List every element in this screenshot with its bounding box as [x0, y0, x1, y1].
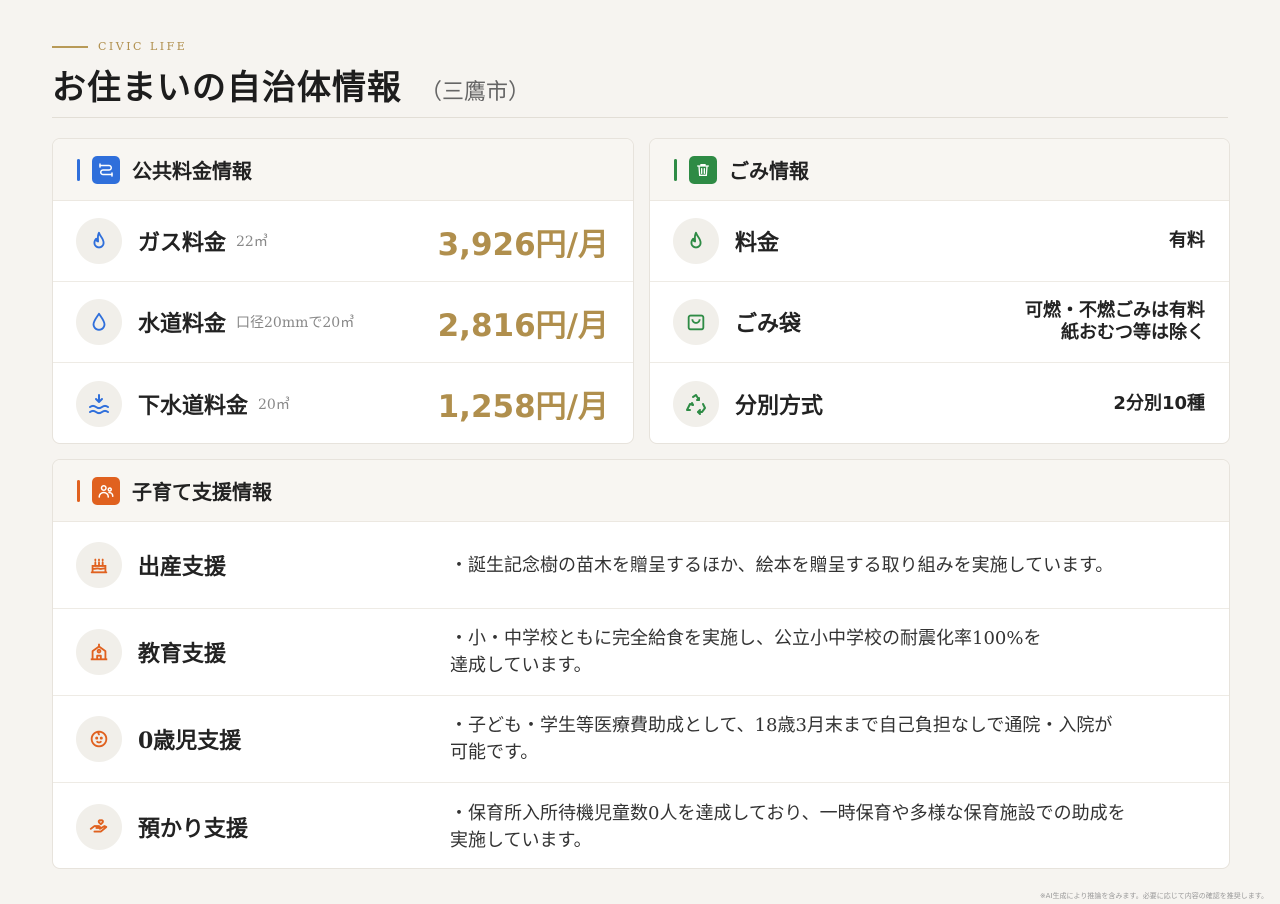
eyebrow-text: CIVIC LIFE — [98, 40, 188, 53]
header-accent-bar — [674, 158, 677, 181]
page-subtitle: （三鷹市） — [420, 80, 531, 105]
row-description-line: ・保育所入所待機児童数0人を達成しており、一時保育や多様な保育施設での助成を — [450, 802, 1126, 824]
utility-row-water: 水道料金 口径20mmで20㎥ 2,816円/月 — [53, 282, 633, 363]
utility-row-gas: ガス料金 22㎥ 3,926円/月 — [53, 201, 633, 282]
row-description-line: 可能です。 — [450, 742, 539, 763]
childcare-row-birth: 出産支援 ・誕生記念樹の苗木を贈呈するほか、絵本を贈呈する取り組みを実施していま… — [53, 522, 1229, 609]
eyebrow: CIVIC LIFE — [52, 40, 187, 53]
pipe-icon — [92, 155, 120, 184]
row-label: ごみ袋 — [735, 311, 802, 337]
bag-icon — [673, 299, 719, 345]
recycle-icon — [673, 380, 719, 427]
header-divider — [52, 117, 1228, 118]
row-label: 分別方式 — [735, 392, 824, 419]
header-accent-bar — [77, 158, 80, 181]
garbage-row-sorting: 分別方式 2分別10種 — [650, 363, 1229, 443]
row-description-line: 実施しています。 — [450, 829, 592, 851]
row-value: 2,816円/月 — [437, 307, 609, 344]
trash-icon — [689, 155, 717, 184]
school-icon — [76, 629, 122, 675]
baby-icon — [76, 716, 122, 762]
flame-icon — [76, 218, 122, 264]
row-note: 口径20mmで20㎥ — [236, 315, 355, 331]
garbage-card-header: ごみ情報 — [650, 139, 1229, 201]
childcare-row-education: 教育支援 ・小・中学校ともに完全給食を実施し、公立小中学校の耐震化率100%を … — [53, 609, 1229, 696]
row-label: 水道料金 — [138, 311, 227, 337]
row-label: 料金 — [735, 230, 780, 256]
page: CIVIC LIFE お住まいの自治体情報 （三鷹市） 公共料金情報 ガス料金 … — [0, 0, 1280, 904]
row-description-line: ・子ども・学生等医療費助成として、18歳3月末まで自己負担なしで通院・入院が — [450, 715, 1113, 736]
row-label: 教育支援 — [138, 641, 227, 667]
row-note: 22㎥ — [236, 234, 268, 250]
row-value: 3,926円/月 — [437, 226, 609, 263]
utility-card-header: 公共料金情報 — [53, 139, 633, 201]
water-drop-icon — [76, 299, 122, 345]
row-value: 可燃・不燃ごみは有料 紙おむつ等は除く — [1025, 300, 1205, 344]
cake-icon — [76, 542, 122, 588]
hand-care-icon — [76, 803, 122, 850]
row-value: 有料 — [1169, 230, 1205, 252]
title-row: お住まいの自治体情報 （三鷹市） — [52, 60, 530, 109]
row-value: 2分別10種 — [1113, 393, 1205, 415]
row-value-line: 有料 — [1169, 230, 1205, 251]
row-description: ・誕生記念樹の苗木を贈呈するほか、絵本を贈呈する取り組みを実施しています。 — [450, 552, 1189, 579]
utility-card-title: 公共料金情報 — [132, 159, 252, 183]
eyebrow-line — [52, 45, 88, 48]
sewer-waves-icon — [76, 380, 122, 427]
row-label: ガス料金 — [138, 230, 227, 256]
row-value: 1,258円/月 — [437, 389, 609, 425]
flame-icon — [673, 218, 719, 264]
page-title: お住まいの自治体情報 — [52, 68, 402, 108]
utility-card: 公共料金情報 ガス料金 22㎥ 3,926円/月 水道料金 口径20mmで20㎥… — [52, 138, 634, 444]
row-value-line: 紙おむつ等は除く — [1061, 322, 1205, 343]
header-accent-bar — [77, 479, 80, 502]
row-label: 下水道料金 — [138, 392, 249, 419]
row-label: 出産支援 — [138, 554, 227, 580]
garbage-card: ごみ情報 料金 有料 ごみ袋 可燃・不燃ごみは有料 紙おむつ等は除く 分別方式 … — [649, 138, 1230, 444]
garbage-card-title: ごみ情報 — [729, 159, 809, 183]
family-icon — [92, 476, 120, 505]
row-description-line: ・誕生記念樹の苗木を贈呈するほか、絵本を贈呈する取り組みを実施しています。 — [450, 554, 1114, 576]
utility-row-sewer: 下水道料金 20㎥ 1,258円/月 — [53, 363, 633, 443]
childcare-card-header: 子育て支援情報 — [53, 460, 1229, 522]
childcare-row-infant: 0歳児支援 ・子ども・学生等医療費助成として、18歳3月末まで自己負担なしで通院… — [53, 696, 1229, 783]
row-description: ・保育所入所待機児童数0人を達成しており、一時保育や多様な保育施設での助成を 実… — [450, 800, 1189, 854]
childcare-card: 子育て支援情報 出産支援 ・誕生記念樹の苗木を贈呈するほか、絵本を贈呈する取り組… — [52, 459, 1230, 869]
garbage-row-fee: 料金 有料 — [650, 201, 1229, 282]
row-label: 預かり支援 — [138, 815, 249, 842]
row-value-line: 2分別10種 — [1113, 392, 1205, 414]
row-description: ・子ども・学生等医療費助成として、18歳3月末まで自己負担なしで通院・入院が 可… — [450, 712, 1189, 766]
row-label: 0歳児支援 — [138, 728, 242, 754]
footnote: ※AI生成により推論を含みます。必要に応じて内容の確認を推奨します。 — [1039, 892, 1268, 900]
row-value-line: 可燃・不燃ごみは有料 — [1025, 300, 1205, 321]
childcare-card-title: 子育て支援情報 — [132, 480, 272, 504]
row-description: ・小・中学校ともに完全給食を実施し、公立小中学校の耐震化率100%を 達成してい… — [450, 625, 1189, 679]
row-description-line: 達成しています。 — [450, 655, 592, 676]
childcare-row-daycare: 預かり支援 ・保育所入所待機児童数0人を達成しており、一時保育や多様な保育施設で… — [53, 783, 1229, 868]
row-description-line: ・小・中学校ともに完全給食を実施し、公立小中学校の耐震化率100%を — [450, 628, 1042, 649]
row-note: 20㎥ — [258, 396, 290, 413]
garbage-row-bag: ごみ袋 可燃・不燃ごみは有料 紙おむつ等は除く — [650, 282, 1229, 363]
